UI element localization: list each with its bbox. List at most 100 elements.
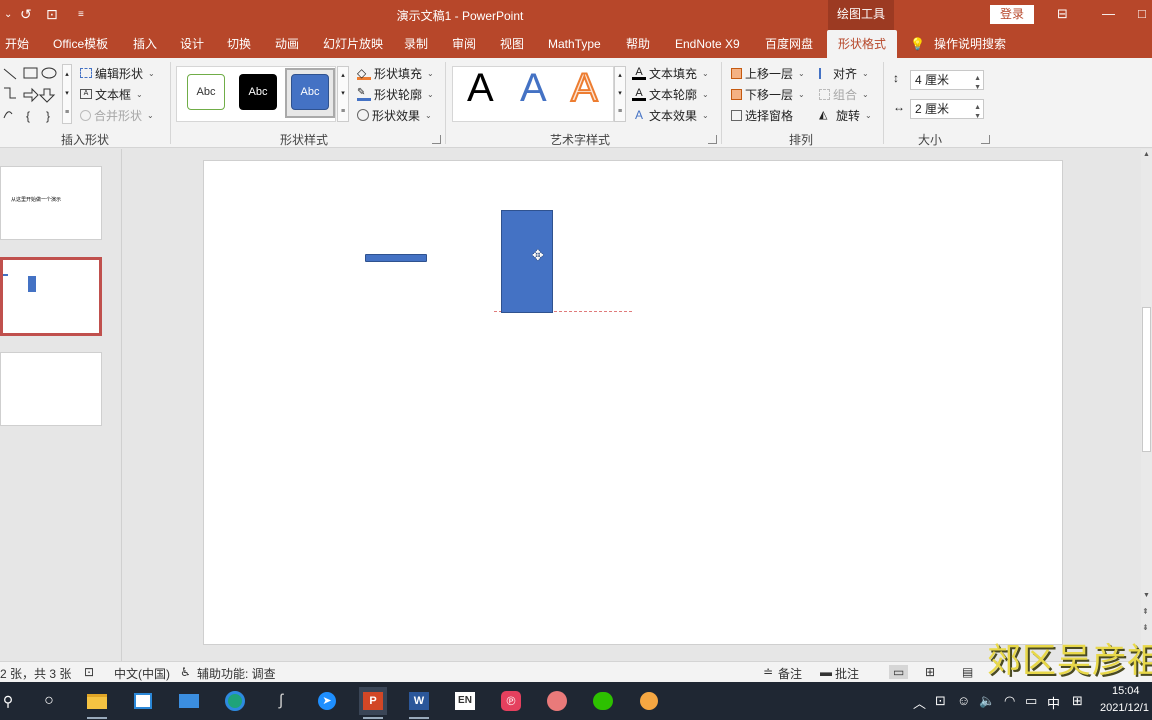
height-down-icon[interactable]: ▼ xyxy=(974,79,981,97)
merge-shapes-button[interactable]: 合并形状 ⌄ xyxy=(80,106,154,124)
wifi-icon[interactable]: ◠ xyxy=(1004,693,1015,709)
shape-width-icon: ↔ xyxy=(893,100,905,114)
align-button[interactable]: 对齐 ⌄ xyxy=(819,64,869,82)
pdf-app-icon[interactable]: ℗ xyxy=(497,687,525,715)
shapes-gallery-scroll[interactable]: ▴ ▾ ≡ xyxy=(62,64,72,124)
wechat-icon[interactable] xyxy=(589,687,617,715)
tab-record[interactable]: 录制 xyxy=(404,30,428,58)
task-view-icon[interactable]: ○ xyxy=(35,687,63,715)
search-icon[interactable]: ⚲ xyxy=(0,687,22,715)
scroll-down-icon[interactable]: ▼ xyxy=(1143,592,1150,599)
width-down-icon[interactable]: ▼ xyxy=(974,108,981,126)
vertical-scrollbar[interactable]: ▲ ▼ ⇞ ⇟ xyxy=(1141,149,1152,661)
microsoft-store-icon[interactable] xyxy=(129,687,157,715)
endnote-taskbar-icon[interactable]: EN xyxy=(451,687,479,715)
minimize-icon[interactable]: — xyxy=(1102,6,1115,21)
ribbon-display-options-icon[interactable]: ⊟ xyxy=(1057,6,1068,22)
slide-thumbnail-3[interactable] xyxy=(0,352,102,426)
slide-thumbnail-1[interactable]: 从这里开始做一个演示 xyxy=(0,166,102,240)
shape-style-blue[interactable]: Abc xyxy=(291,74,329,110)
group-button[interactable]: 组合 ⌄ xyxy=(819,85,869,103)
login-button[interactable]: 登录 xyxy=(990,5,1034,24)
horizontal-bar-shape[interactable] xyxy=(365,254,427,262)
size-launcher-icon[interactable] xyxy=(981,135,990,144)
reading-view-icon[interactable]: ▤ xyxy=(962,665,973,679)
text-box-button[interactable]: A 文本框 ⌄ xyxy=(80,85,143,103)
accessibility-status[interactable]: 辅助功能: 调查 xyxy=(197,665,276,682)
powerpoint-taskbar-icon[interactable]: P xyxy=(359,687,387,719)
tab-animations[interactable]: 动画 xyxy=(275,30,299,58)
wordart-style-black[interactable]: A xyxy=(467,66,494,111)
tell-me-search[interactable]: 操作说明搜索 xyxy=(934,30,1006,58)
edit-shape-button[interactable]: 编辑形状 ⌄ xyxy=(80,64,155,82)
feishu-app-icon[interactable]: ➤ xyxy=(313,687,341,715)
comments-button[interactable]: 批注 xyxy=(835,665,859,682)
slide-canvas[interactable]: ✥ xyxy=(203,160,1063,645)
tab-home[interactable]: 开始 xyxy=(5,30,29,58)
shape-height-field[interactable]: 4 厘米 ▲ ▼ xyxy=(910,70,984,91)
text-effects-button[interactable]: A 文本效果 ⌄ xyxy=(632,106,709,124)
shape-styles-launcher-icon[interactable] xyxy=(432,135,441,144)
shape-fill-button[interactable]: ◇ 形状填充 ⌄ xyxy=(357,64,434,82)
tab-design[interactable]: 设计 xyxy=(180,30,204,58)
pen-app-icon[interactable]: ʃ xyxy=(267,687,295,715)
edge-browser-icon[interactable] xyxy=(221,687,249,715)
slide-sorter-icon[interactable]: ⊞ xyxy=(925,665,935,679)
send-backward-button[interactable]: 下移一层 ⌄ xyxy=(731,85,805,103)
shape-effects-button[interactable]: 形状效果 ⌄ xyxy=(357,106,432,124)
tab-baidu-netdisk[interactable]: 百度网盘 xyxy=(765,30,813,58)
tray-app-icon[interactable]: ⊡ xyxy=(935,693,946,709)
shape-width-field[interactable]: 2 厘米 ▲ ▼ xyxy=(910,99,984,120)
input-method-indicator[interactable]: 中 xyxy=(1047,693,1060,712)
tab-insert[interactable]: 插入 xyxy=(133,30,157,58)
notes-button[interactable]: 备注 xyxy=(778,665,802,682)
wordart-style-orange-outline[interactable]: A xyxy=(570,65,599,111)
selected-rectangle-shape[interactable] xyxy=(501,210,553,313)
browser-app-icon[interactable] xyxy=(543,687,571,715)
wordart-scroll[interactable]: ▴ ▾ ≡ xyxy=(614,66,626,122)
prev-slide-icon[interactable]: ⇞ xyxy=(1142,607,1149,616)
svg-text:}: } xyxy=(46,109,50,123)
shape-style-outline-green[interactable]: Abc xyxy=(187,74,225,110)
ime-grid-icon[interactable]: ⊞ xyxy=(1072,693,1083,709)
send-backward-icon xyxy=(731,88,742,100)
shape-style-black[interactable]: Abc xyxy=(239,74,277,110)
tab-view[interactable]: 视图 xyxy=(500,30,524,58)
tab-help[interactable]: 帮助 xyxy=(626,30,650,58)
word-taskbar-icon[interactable]: W xyxy=(405,687,433,719)
text-outline-button[interactable]: A 文本轮廓 ⌄ xyxy=(632,85,709,103)
normal-view-icon[interactable]: ▭ xyxy=(889,665,909,679)
scroll-up-icon[interactable]: ▲ xyxy=(1143,151,1150,158)
bring-forward-button[interactable]: 上移一层 ⌄ xyxy=(731,64,805,82)
wordart-launcher-icon[interactable] xyxy=(708,135,717,144)
tab-slideshow[interactable]: 幻灯片放映 xyxy=(323,30,383,58)
status-bar: 2 张，共 3 张 ⊡ 中文(中国) ♿ 辅助功能: 调查 ≐ 备注 ▬ 批注 … xyxy=(0,661,1152,682)
shape-styles-scroll[interactable]: ▴ ▾ ≡ xyxy=(337,66,349,122)
volume-muted-icon[interactable]: 🔈 xyxy=(979,693,995,709)
tab-endnote[interactable]: EndNote X9 xyxy=(675,30,740,58)
selection-pane-button[interactable]: 选择窗格 xyxy=(731,106,793,124)
shape-outline-button[interactable]: ✎ 形状轮廓 ⌄ xyxy=(357,85,434,103)
rotate-button[interactable]: ◭ 旋转 ⌄ xyxy=(819,106,872,124)
tab-shape-format[interactable]: 形状格式 xyxy=(827,30,898,58)
maximize-icon[interactable]: □ xyxy=(1138,6,1146,21)
tab-office-templates[interactable]: Office模板 xyxy=(53,30,108,58)
spellcheck-icon[interactable]: ⊡ xyxy=(84,665,94,679)
file-explorer-icon[interactable] xyxy=(83,687,111,719)
paint-app-icon[interactable] xyxy=(635,687,663,715)
slide-thumbnail-2[interactable] xyxy=(0,257,102,336)
clock-date[interactable]: 2021/12/1 xyxy=(1100,702,1149,714)
tab-mathtype[interactable]: MathType xyxy=(548,30,601,58)
scroll-thumb[interactable] xyxy=(1142,307,1151,452)
mail-icon[interactable] xyxy=(175,687,203,715)
next-slide-icon[interactable]: ⇟ xyxy=(1142,623,1149,632)
battery-icon[interactable]: ▭ xyxy=(1025,693,1037,709)
tab-transitions[interactable]: 切换 xyxy=(227,30,251,58)
text-fill-button[interactable]: A 文本填充 ⌄ xyxy=(632,64,709,82)
show-hidden-icons-icon[interactable]: ︿ xyxy=(913,693,926,712)
qq-icon[interactable]: ☺ xyxy=(957,693,970,708)
tab-review[interactable]: 审阅 xyxy=(452,30,476,58)
language-indicator[interactable]: 中文(中国) xyxy=(114,665,170,682)
clock-time[interactable]: 15:04 xyxy=(1112,685,1140,697)
wordart-style-blue[interactable]: A xyxy=(520,66,547,111)
